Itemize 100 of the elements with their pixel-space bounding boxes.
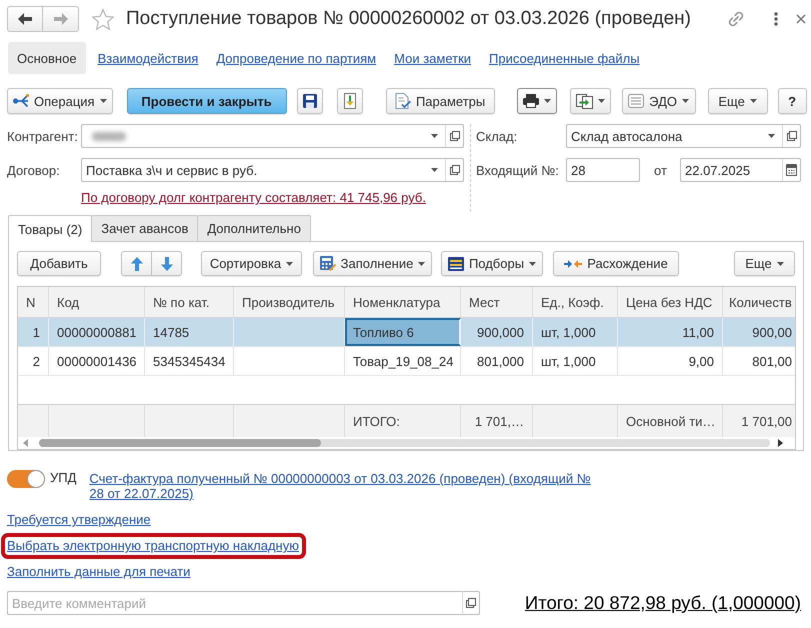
- contract-field[interactable]: Поставка з\ч и сервис в руб.: [81, 158, 464, 182]
- more-button[interactable]: [774, 12, 778, 26]
- scroll-right-icon: [778, 439, 783, 447]
- action-link[interactable]: Заполнить данные для печати: [7, 564, 190, 579]
- window-icon: [450, 131, 460, 141]
- document-check-icon: [394, 93, 411, 109]
- caret-icon: [430, 168, 438, 172]
- more-button[interactable]: Еще: [734, 251, 795, 276]
- tab[interactable]: Дополнительно: [197, 215, 311, 241]
- window-icon: [786, 131, 796, 141]
- more-icon: [774, 12, 778, 26]
- table-cell-text: 900,00: [751, 324, 793, 342]
- incoming-number-field[interactable]: 28: [566, 158, 640, 182]
- parameters-button[interactable]: Параметры: [386, 88, 495, 114]
- open-button[interactable]: [782, 125, 800, 147]
- debt-link[interactable]: По договору долг контрагенту составляет: 41 745,96 руб.: [81, 190, 426, 205]
- section-link[interactable]: Взаимодействия: [88, 42, 208, 74]
- print-button[interactable]: [516, 88, 557, 114]
- action-link[interactable]: Выбрать электронную транспортную накладную: [7, 538, 299, 553]
- table-icon: [448, 256, 464, 270]
- comment-field[interactable]: Введите комментарий: [7, 591, 462, 615]
- converging-arrows-icon: [564, 260, 582, 268]
- left-arrow-icon: [18, 13, 32, 25]
- table-cell: шт, 1,000: [533, 347, 618, 375]
- section-link[interactable]: Мои заметки: [385, 42, 480, 74]
- field-label: от: [654, 162, 668, 178]
- counterparty-field[interactable]: [81, 124, 464, 148]
- open-button[interactable]: [445, 159, 463, 181]
- link-icon: [728, 11, 744, 27]
- section-link[interactable]: Допроведение по партиям: [207, 42, 386, 74]
- tab[interactable]: Зачет авансов: [91, 215, 198, 241]
- open-button[interactable]: [462, 591, 480, 615]
- move-down-button[interactable]: [152, 251, 182, 276]
- total-cell: ИТОГО:: [345, 405, 461, 437]
- column-header[interactable]: Производитель: [234, 287, 345, 317]
- calendar-icon: [786, 164, 797, 176]
- field-label: Склад:: [476, 128, 518, 144]
- caret-icon: [768, 134, 774, 138]
- fill-button[interactable]: Заполнение: [313, 251, 432, 276]
- right-arrow-icon: [54, 13, 68, 25]
- column-header[interactable]: Номенклатура: [345, 287, 461, 317]
- exchange-button[interactable]: [570, 88, 611, 114]
- sort-button[interactable]: Сортировка: [201, 251, 302, 276]
- down-arrow-icon: [160, 256, 172, 270]
- selection-button[interactable]: Подборы: [441, 251, 543, 276]
- back-button[interactable]: [7, 6, 43, 32]
- column-header[interactable]: Количеств: [723, 287, 795, 317]
- calendar-button[interactable]: [782, 159, 800, 181]
- column-header[interactable]: Цена без НДС: [618, 287, 723, 317]
- table-cell: 801,000: [461, 347, 533, 375]
- move-up-button[interactable]: [121, 251, 152, 276]
- table-cell-text: 801,00: [751, 352, 793, 370]
- save-icon: [302, 94, 317, 108]
- table-row[interactable]: 1 00000000881 14785 Топливо 6 900,000 шт, 1,000 11,00 900,00: [18, 318, 795, 347]
- discrepancy-button[interactable]: Расхождение: [553, 251, 679, 276]
- table-cell: Товар_19_08_24: [345, 347, 461, 375]
- table-cell: 2: [18, 347, 49, 375]
- up-arrow-icon: [130, 256, 142, 270]
- field-label: Входящий №:: [476, 162, 560, 178]
- column-header[interactable]: Ед., Коэф.: [533, 287, 618, 317]
- field-label: Договор:: [7, 162, 61, 178]
- close-button[interactable]: [796, 14, 806, 24]
- section-link[interactable]: Присоединенные файлы: [480, 42, 649, 74]
- table-cell: 1: [18, 318, 49, 346]
- invoice-link[interactable]: Счет-фактура полученный № 00000000003 от 03.03.2026 (проведен) (входящий № 28 от 22.07.2025): [89, 471, 594, 501]
- column-header[interactable]: N: [18, 287, 49, 317]
- document-total[interactable]: Итого: 20 872,98 руб. (1,000000): [524, 592, 801, 614]
- column-header[interactable]: Мест: [461, 287, 533, 317]
- add-button[interactable]: Добавить: [17, 251, 101, 276]
- tab[interactable]: Товары (2): [8, 215, 92, 242]
- table-cell: 00000001436: [49, 347, 145, 375]
- post-button[interactable]: [336, 88, 363, 114]
- column-header[interactable]: Код: [49, 287, 145, 317]
- document-exchange-icon: [576, 94, 593, 108]
- section-tab[interactable]: Основное: [8, 42, 86, 74]
- more-button[interactable]: Еще: [708, 88, 768, 114]
- horizontal-scrollbar[interactable]: [39, 439, 770, 447]
- open-button[interactable]: [445, 125, 463, 147]
- help-button[interactable]: ?: [778, 88, 807, 114]
- action-link[interactable]: Требуется утверждение: [7, 512, 151, 527]
- star-icon[interactable]: [92, 8, 114, 30]
- date-field[interactable]: 22.07.2025: [680, 158, 801, 182]
- warehouse-field[interactable]: Склад автосалона: [566, 124, 801, 148]
- field-label: Контрагент:: [7, 128, 79, 144]
- table-cell: 14785: [145, 318, 234, 346]
- edo-button[interactable]: ЭДО: [622, 88, 696, 114]
- table-cell: 900,000: [461, 318, 533, 346]
- total-cell-text: 1 701,00: [740, 412, 793, 430]
- scrollbar-thumb[interactable]: [39, 439, 321, 447]
- toggle-switch[interactable]: [7, 470, 45, 488]
- table-cell: 5345345434: [145, 347, 234, 375]
- upd-label: УПД: [50, 470, 76, 485]
- table-row[interactable]: 2 00000001436 5345345434 Товар_19_08_24 801,000 шт, 1,000 9,00 801,00: [18, 347, 795, 376]
- post-and-close-button[interactable]: Провести и закрыть: [126, 88, 287, 114]
- branch-icon: [13, 94, 29, 108]
- operation-button[interactable]: Операция: [7, 88, 113, 114]
- window-title: Поступление товаров № 00000260002 от 03.03.2026 (проведен): [126, 8, 691, 30]
- link-button[interactable]: [728, 11, 744, 27]
- save-button[interactable]: [296, 88, 323, 114]
- column-header[interactable]: № по кат.: [145, 287, 234, 317]
